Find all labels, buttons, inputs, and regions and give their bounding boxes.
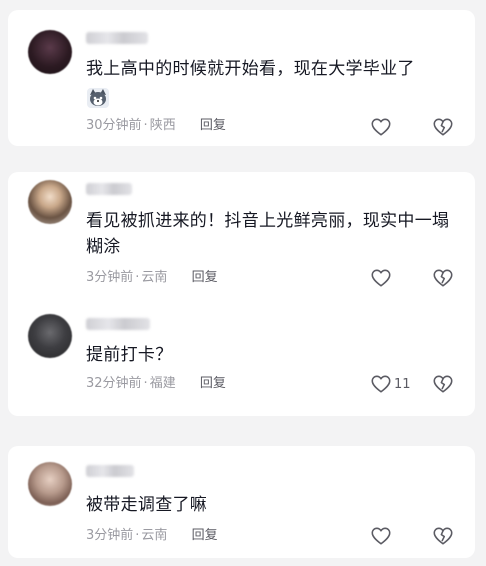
avatar[interactable] [28, 30, 72, 74]
comment-text: 被带走调查了嘛 [86, 495, 208, 515]
heart-outline-icon [371, 375, 391, 393]
comment-time: 30分钟前 [86, 118, 142, 133]
husky-sticker-icon [86, 87, 110, 109]
comment-card: 被带走调查了嘛 3分钟前 · 云南 回复 [8, 446, 475, 558]
meta-separator: · [135, 270, 140, 285]
avatar[interactable] [28, 462, 72, 506]
dislike-button[interactable] [432, 373, 454, 395]
comment-time: 3分钟前 [86, 270, 134, 285]
username-blurred[interactable] [86, 465, 134, 477]
comment-text: 提前打卡？ [86, 345, 173, 365]
meta-separator: · [143, 376, 148, 391]
broken-heart-icon [433, 375, 453, 393]
avatar[interactable] [28, 314, 72, 358]
like-button[interactable] [370, 116, 394, 138]
dislike-button[interactable] [432, 116, 454, 138]
like-count: 11 [394, 376, 411, 392]
comment-location: 云南 [141, 270, 168, 285]
comment-location: 云南 [141, 528, 168, 543]
like-button[interactable]: 11 [370, 373, 411, 395]
dislike-button[interactable] [432, 525, 454, 547]
comment-meta: 32分钟前 · 福建 回复 [86, 374, 226, 394]
broken-heart-icon [433, 269, 453, 287]
avatar[interactable] [28, 180, 72, 224]
reply-button[interactable]: 回复 [192, 526, 218, 546]
comment-time: 32分钟前 [86, 376, 142, 391]
heart-outline-icon [371, 527, 391, 545]
comment-location: 福建 [149, 376, 176, 391]
broken-heart-icon [433, 118, 453, 136]
username-blurred[interactable] [86, 318, 150, 330]
comment-text: 我上高中的时候就开始看，现在大学毕业了 [86, 59, 415, 79]
comment-text: 看见被抓进来的！抖音上光鲜亮丽，现实中一塌糊涂 [86, 211, 450, 257]
username-blurred[interactable] [86, 183, 132, 195]
comment-time: 3分钟前 [86, 528, 134, 543]
like-button[interactable] [370, 267, 394, 289]
broken-heart-icon [433, 527, 453, 545]
meta-separator: · [143, 118, 148, 133]
username-blurred[interactable] [86, 32, 148, 44]
heart-outline-icon [371, 118, 391, 136]
comment-meta: 30分钟前 · 陕西 回复 [86, 116, 226, 136]
comment-meta: 3分钟前 · 云南 回复 [86, 268, 218, 288]
reply-button[interactable]: 回复 [200, 116, 226, 136]
heart-outline-icon [371, 269, 391, 287]
comment-location: 陕西 [149, 118, 176, 133]
comment-meta: 3分钟前 · 云南 回复 [86, 526, 218, 546]
reply-button[interactable]: 回复 [200, 374, 226, 394]
like-button[interactable] [370, 525, 394, 547]
reply-button[interactable]: 回复 [192, 268, 218, 288]
dislike-button[interactable] [432, 267, 454, 289]
comment-feed: 我上高中的时候就开始看，现在大学毕业了 30分钟前 · 陕西 回复 看见被抓进来… [0, 0, 486, 566]
meta-separator: · [135, 528, 140, 543]
comment-card: 看见被抓进来的！抖音上光鲜亮丽，现实中一塌糊涂 3分钟前 · 云南 回复 提前打… [8, 172, 475, 416]
comment-card: 我上高中的时候就开始看，现在大学毕业了 30分钟前 · 陕西 回复 [8, 10, 475, 146]
